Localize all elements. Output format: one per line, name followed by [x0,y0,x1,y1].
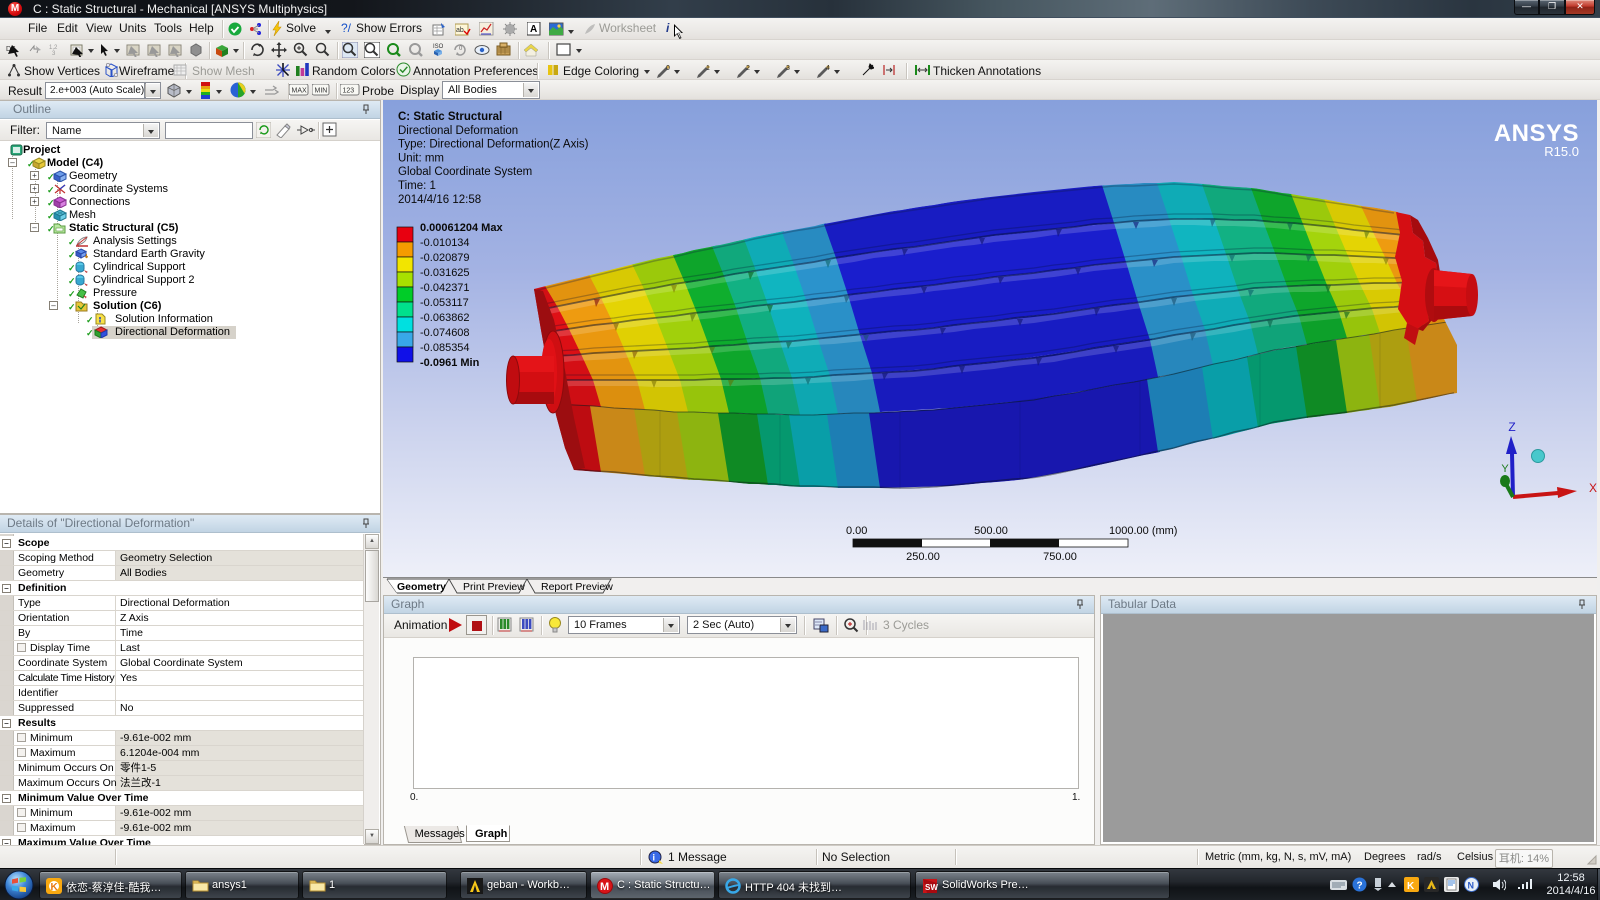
svg-text:-0.053117: -0.053117 [420,297,469,309]
svg-text:Y: Y [1501,463,1509,475]
svg-text:-0.031625: -0.031625 [420,267,470,279]
svg-text:Directional Deformation: Directional Deformation [398,125,518,137]
svg-text:1000.00 (mm): 1000.00 (mm) [1109,525,1177,537]
svg-text:1: 1 [706,65,710,72]
svg-text:-0.0961 Min: -0.0961 Min [420,357,480,369]
svg-text:Print Preview: Print Preview [463,581,525,593]
svg-text:-0.085354: -0.085354 [420,342,470,354]
svg-text:3: 3 [52,51,56,57]
svg-text:2: 2 [746,65,750,72]
svg-text:MAX: MAX [292,88,308,95]
svg-text:Time: 1: Time: 1 [398,180,436,192]
svg-text:500.00: 500.00 [974,525,1008,537]
svg-text:i: i [653,853,656,863]
svg-text:ISO: ISO [433,44,444,50]
svg-text:MIN: MIN [315,88,328,95]
svg-text:Report Preview: Report Preview [541,581,613,593]
svg-text:X: X [1589,481,1597,495]
svg-text:M: M [600,881,609,893]
svg-text:Type: Directional Deformation(: Type: Directional Deformation(Z Axis) [398,139,589,151]
svg-text:ab: ab [456,27,464,34]
svg-text:0.00061204 Max: 0.00061204 Max [420,222,503,234]
svg-text:K: K [1407,881,1415,892]
svg-text:?: ? [1357,881,1363,892]
svg-text:N: N [1468,881,1475,891]
svg-text:750.00: 750.00 [1043,551,1077,563]
svg-text:4: 4 [826,65,830,72]
svg-text:A: A [530,24,537,35]
svg-text:3: 3 [786,65,790,72]
svg-text:0: 0 [666,65,670,72]
svg-text:Global Coordinate System: Global Coordinate System [398,166,532,178]
svg-text:C: Static Structural: C: Static Structural [398,111,502,123]
svg-text:-0.010134: -0.010134 [420,237,470,249]
svg-text:123: 123 [343,88,355,95]
svg-text:ANSYS: ANSYS [1494,120,1579,147]
svg-text:Unit: mm: Unit: mm [398,152,444,164]
svg-text:-0.063862: -0.063862 [420,312,470,324]
svg-text:-0.042371: -0.042371 [420,282,470,294]
svg-text:Z: Z [1508,420,1515,434]
svg-text:2014/4/16 12:58: 2014/4/16 12:58 [398,194,481,206]
svg-text:SW: SW [925,883,938,892]
svg-text:0.00: 0.00 [846,525,867,537]
svg-text:-0.020879: -0.020879 [420,252,470,264]
svg-text:K: K [51,882,59,893]
svg-text:Geometry: Geometry [397,581,446,593]
svg-text:0: 0 [459,46,463,52]
svg-text:R15.0: R15.0 [1544,144,1579,159]
svg-text:250.00: 250.00 [906,551,940,563]
svg-text:-0.074608: -0.074608 [420,327,470,339]
